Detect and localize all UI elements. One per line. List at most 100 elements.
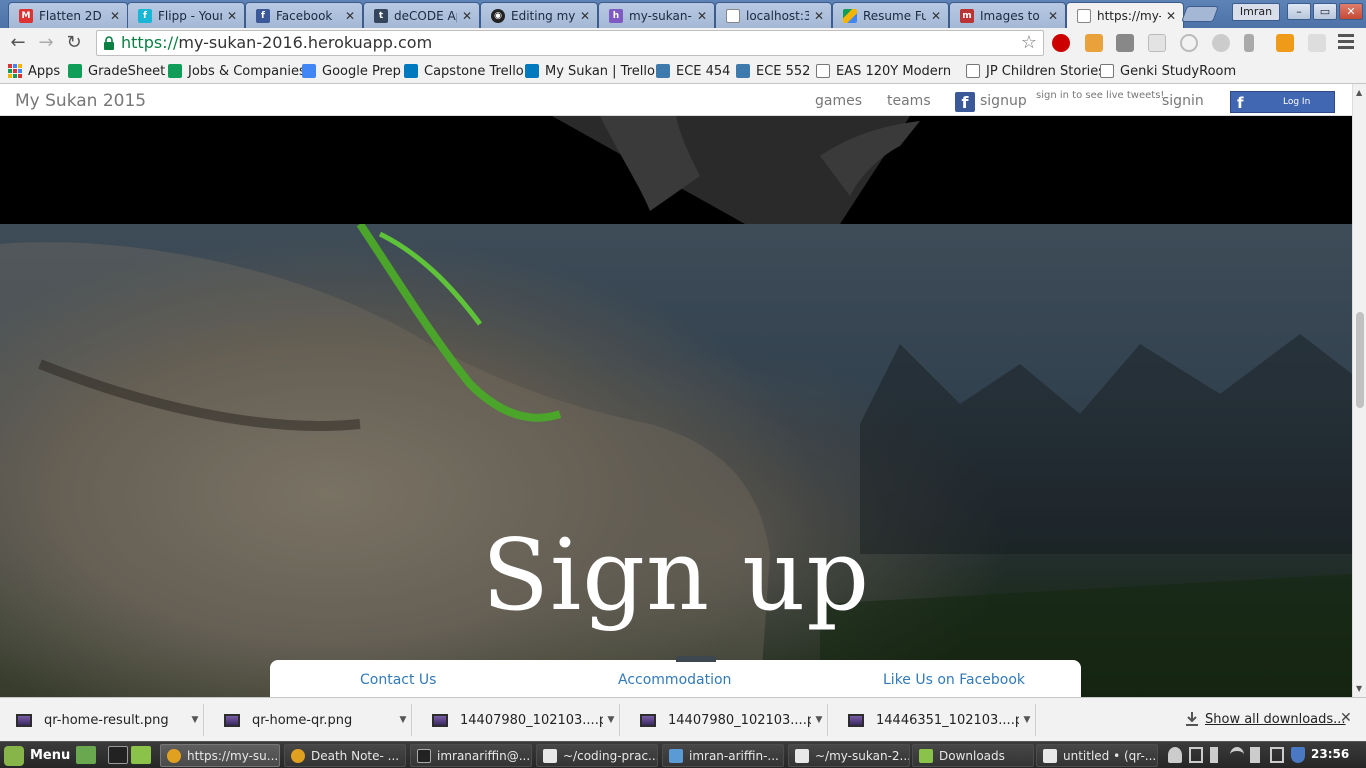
site-brand[interactable]: My Sukan 2015 (15, 91, 146, 111)
tab-close-icon[interactable]: ✕ (813, 9, 825, 23)
nav-signin-link[interactable]: signin (1162, 93, 1204, 109)
bookmark-label: EAS 120Y Modern St (836, 63, 952, 79)
bookmark-item[interactable]: ECE 454 (656, 62, 730, 80)
tab-close-icon[interactable]: ✕ (579, 9, 591, 23)
adblock-icon[interactable] (1052, 34, 1070, 52)
bookmark-item[interactable]: My Sukan | Trello (525, 62, 655, 80)
page-scrollbar[interactable]: ▲ ▼ (1352, 84, 1366, 697)
taskbar-window[interactable]: untitled • (qr-... (1036, 744, 1158, 767)
tab-close-icon[interactable]: ✕ (1165, 9, 1177, 23)
folder-icon[interactable] (131, 746, 151, 764)
bookmark-item[interactable]: Capstone Trello (404, 62, 524, 80)
download-item[interactable]: qr-home-qr.png ▼ (212, 704, 412, 736)
chevron-down-icon[interactable]: ▼ (811, 715, 827, 725)
contact-us-link[interactable]: Contact Us (360, 672, 436, 688)
show-desktop-icon[interactable] (76, 746, 96, 764)
taskbar-window[interactable]: Death Note- ... (284, 744, 406, 767)
download-item[interactable]: 14407980_102103....png ▼ (420, 704, 620, 736)
tab-close-icon[interactable]: ✕ (930, 9, 942, 23)
show-all-downloads-link[interactable]: Show all downloads... (1205, 712, 1346, 727)
browser-tab[interactable]: h my-sukan-2 ✕ (598, 2, 715, 28)
update-manager-icon[interactable] (1189, 747, 1203, 763)
bluetooth-icon[interactable] (1210, 747, 1218, 763)
scroll-down-arrow-icon[interactable]: ▼ (1356, 684, 1362, 693)
browser-tab[interactable]: m Images to ✕ (949, 2, 1066, 28)
battery-icon[interactable] (1270, 747, 1284, 763)
extension-icon[interactable] (1116, 34, 1134, 52)
volume-icon[interactable] (1250, 747, 1260, 763)
scroll-up-arrow-icon[interactable]: ▲ (1356, 88, 1362, 97)
taskbar-window[interactable]: imranariffin@... (410, 744, 532, 767)
bookmark-star-icon[interactable]: ☆ (1021, 33, 1037, 53)
wifi-icon[interactable] (1230, 747, 1244, 763)
chrome-menu-icon[interactable] (1338, 34, 1354, 50)
browser-tab[interactable]: f Facebook ✕ (245, 2, 363, 28)
tab-close-icon[interactable]: ✕ (344, 9, 356, 23)
tab-close-icon[interactable]: ✕ (461, 9, 473, 23)
bookmark-apps[interactable]: Apps (8, 62, 60, 80)
restore-button[interactable]: ▭ (1313, 3, 1337, 20)
chevron-down-icon[interactable]: ▼ (187, 715, 203, 725)
nav-games-link[interactable]: games (815, 93, 862, 109)
taskbar-window[interactable]: Downloads (912, 744, 1034, 767)
like-facebook-link[interactable]: Like Us on Facebook (883, 672, 1025, 688)
facebook-login-button[interactable]: f Log In (1230, 91, 1335, 113)
extension-icon[interactable] (1085, 34, 1103, 52)
nav-signup-link[interactable]: signup (980, 93, 1027, 109)
download-item[interactable]: 14407980_102103....png ▼ (628, 704, 828, 736)
forward-arrow-icon[interactable]: → (34, 32, 58, 54)
bookmark-item[interactable]: EAS 120Y Modern St (816, 62, 952, 80)
extension-icon[interactable] (1212, 34, 1230, 52)
profile-button[interactable]: Imran (1232, 3, 1280, 21)
close-window-button[interactable]: ✕ (1339, 3, 1363, 20)
browser-tab[interactable]: f Flipp - Your ✕ (127, 2, 245, 28)
bookmark-item[interactable]: Genki StudyRoom (1100, 62, 1236, 80)
browser-tab[interactable]: Resume Fu ✕ (832, 2, 949, 28)
scrollbar-thumb[interactable] (1356, 312, 1364, 408)
extension-icon[interactable] (1308, 34, 1326, 52)
tab-close-icon[interactable]: ✕ (1047, 9, 1059, 23)
tab-close-icon[interactable]: ✕ (226, 9, 238, 23)
terminal-icon[interactable] (108, 746, 128, 764)
extension-icon[interactable] (1244, 34, 1254, 52)
accommodation-link[interactable]: Accommodation (618, 672, 731, 688)
download-item[interactable]: qr-home-result.png ▼ (4, 704, 204, 736)
reload-icon[interactable]: ↻ (62, 32, 86, 54)
bookmark-item[interactable]: Google Prep (302, 62, 401, 80)
taskbar-window[interactable]: ~/coding-prac... (536, 744, 658, 767)
tab-close-icon[interactable]: ✕ (696, 9, 708, 23)
bookmark-item[interactable]: ECE 552 (736, 62, 810, 80)
docs-icon (302, 64, 316, 78)
clock[interactable]: 23:56 (1311, 747, 1349, 761)
bookmark-item[interactable]: JP Children Stories (966, 62, 1105, 80)
browser-tab[interactable]: localhost:3 ✕ (715, 2, 832, 28)
user-icon[interactable] (1168, 747, 1182, 763)
nav-teams-link[interactable]: teams (887, 93, 931, 109)
tab-close-icon[interactable]: ✕ (109, 9, 121, 23)
download-item[interactable]: 14446351_102103....png ▼ (836, 704, 1036, 736)
browser-tab-active[interactable]: https://my- ✕ (1066, 2, 1184, 28)
shield-icon[interactable] (1291, 747, 1305, 763)
taskbar-window-label: ~/coding-prac... (563, 748, 658, 763)
tab-label: deCODE Ap (394, 8, 457, 23)
taskbar-window[interactable]: https://my-su... (160, 744, 280, 767)
browser-tab[interactable]: ◉ Editing my- ✕ (480, 2, 598, 28)
browser-tab[interactable]: M Flatten 2D ✕ (8, 2, 128, 28)
taskbar-window[interactable]: imran-ariffin-... (662, 744, 784, 767)
chevron-down-icon[interactable]: ▼ (1019, 715, 1035, 725)
start-menu-button[interactable]: Menu (4, 745, 70, 766)
chevron-down-icon[interactable]: ▼ (395, 715, 411, 725)
chevron-down-icon[interactable]: ▼ (603, 715, 619, 725)
close-shelf-icon[interactable]: ✕ (1340, 710, 1352, 726)
extension-icon[interactable] (1180, 34, 1198, 52)
extension-icon[interactable] (1276, 34, 1294, 52)
bookmark-item[interactable]: GradeSheet (68, 62, 165, 80)
new-tab-button[interactable] (1181, 6, 1219, 22)
browser-tab[interactable]: t deCODE Ap ✕ (363, 2, 480, 28)
bookmark-item[interactable]: Jobs & Companies (168, 62, 306, 80)
taskbar-window[interactable]: ~/my-sukan-2... (788, 744, 910, 767)
back-arrow-icon[interactable]: ← (6, 32, 30, 54)
extension-icon[interactable] (1148, 34, 1166, 52)
minimize-button[interactable]: – (1287, 3, 1311, 20)
address-bar[interactable]: https://my-sukan-2016.herokuapp.com ☆ (96, 30, 1044, 56)
